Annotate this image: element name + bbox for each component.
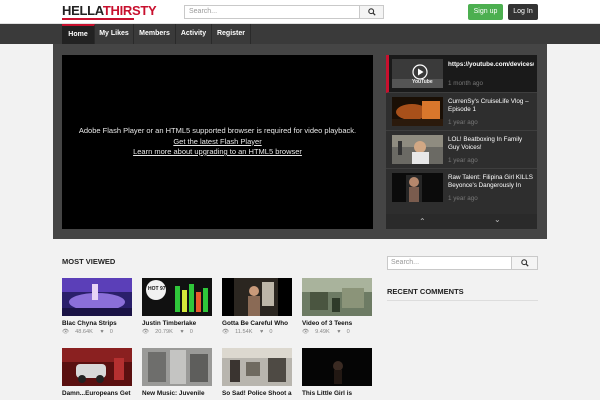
view-count: 48.64K (75, 329, 93, 335)
header-search-input[interactable]: Search... (184, 5, 360, 19)
view-count: 20.79K (155, 329, 173, 335)
video-card-title[interactable]: This Little Girl is (302, 390, 372, 397)
like-count: 0 (269, 329, 273, 335)
signup-button[interactable]: Sign up (468, 4, 503, 20)
playlist-item-title: LOL! Beatboxing In Family Guy Voices! (448, 136, 523, 151)
sidebar-divider (387, 300, 538, 301)
view-count: 9.49K (315, 329, 330, 335)
video-card-stats: 👁 20.79K ♥ 0 (142, 329, 212, 335)
video-card-stats: 👁 9.49K ♥ 0 (302, 329, 372, 335)
nav-item-register[interactable]: Register (212, 24, 251, 44)
logo-text-thirsty: THIRSTY (102, 3, 157, 18)
playlist-item-date: 1 year ago (448, 157, 478, 164)
video-card[interactable]: Damn...Europeans Get (62, 348, 132, 397)
video-card-title[interactable]: New Music: Juvenile (142, 390, 212, 397)
nav-item-my-likes[interactable]: My Likes (95, 24, 134, 44)
header-search-button[interactable] (359, 5, 384, 19)
video-card-title[interactable]: So Sad! Police Shoot a (222, 390, 292, 397)
video-card[interactable]: Gotta Be Careful Who 👁 11.54K ♥ 0 (222, 278, 292, 335)
search-icon (520, 259, 529, 267)
video-card-title[interactable]: Damn...Europeans Get (62, 390, 132, 397)
video-thumbnail[interactable] (222, 348, 292, 386)
eye-icon: 👁 (142, 329, 150, 335)
like-count: 0 (109, 329, 113, 335)
site-logo[interactable]: HELLATHIRSTY (62, 3, 157, 18)
video-thumbnail[interactable] (222, 278, 292, 316)
player-message-text: Adobe Flash Player or an HTML5 supported… (78, 126, 357, 135)
playlist-item-date: 1 year ago (448, 195, 478, 202)
chevron-up-icon[interactable]: ⌃ (419, 217, 426, 226)
playlist-thumbnail (392, 173, 443, 202)
nav-item-activity[interactable]: Activity (176, 24, 212, 44)
video-card-stats: 👁 11.54K ♥ 0 (222, 329, 292, 335)
recent-comments-heading: RECENT COMMENTS (387, 287, 464, 296)
nav-item-members[interactable]: Members (134, 24, 176, 44)
video-card[interactable]: New Music: Juvenile (142, 348, 212, 397)
like-count: 0 (189, 329, 193, 335)
playlist-thumbnail (392, 97, 443, 126)
playlist-item[interactable]: CurrenSy's CruiseLife Vlog – Episode 1 1… (386, 93, 537, 131)
video-card-title[interactable]: Video of 3 Teens (302, 320, 372, 327)
nav-item-home[interactable]: Home (62, 24, 95, 44)
playlist-thumbnail (392, 135, 443, 164)
playlist-nav: ⌃ ⌄ (386, 214, 537, 229)
video-thumbnail[interactable] (62, 278, 132, 316)
view-count: 11.54K (235, 329, 253, 335)
playlist-item-title: Raw Talent: Filipina Girl KILLS Beyonce'… (448, 174, 533, 189)
video-card[interactable]: HOT 97 Justin Timberlake 👁 20.79K ♥ 0 (142, 278, 212, 335)
search-icon (367, 8, 376, 16)
sidebar-search-input[interactable]: Search... (387, 256, 512, 270)
video-thumbnail[interactable] (302, 348, 372, 386)
like-count: 0 (346, 329, 350, 335)
video-thumbnail[interactable] (142, 348, 212, 386)
playlist-item-title: CurrenSy's CruiseLife Vlog – Episode 1 (448, 98, 529, 113)
heart-icon: ♥ (180, 329, 184, 335)
heart-icon: ♥ (100, 329, 104, 335)
video-card-title[interactable]: Justin Timberlake (142, 320, 212, 327)
video-card[interactable]: Blac Chyna Strips 👁 48.64K ♥ 0 (62, 278, 132, 335)
logo-underline (62, 18, 134, 20)
video-card[interactable]: This Little Girl is (302, 348, 372, 397)
player-fallback-message: Adobe Flash Player or an HTML5 supported… (62, 126, 373, 158)
eye-icon: 👁 (302, 329, 310, 335)
hot97-logo: HOT 97 (148, 286, 166, 292)
html5-info-link[interactable]: Learn more about upgrading to an HTML5 b… (62, 147, 373, 158)
video-thumbnail[interactable] (302, 278, 372, 316)
sidebar-search-button[interactable] (511, 256, 538, 270)
playlist-item[interactable]: Raw Talent: Filipina Girl KILLS Beyonce'… (386, 169, 537, 207)
video-card-stats: 👁 48.64K ♥ 0 (62, 329, 132, 335)
playlist-item-date: 1 month ago (448, 80, 484, 87)
heart-icon: ♥ (337, 329, 341, 335)
video-card[interactable]: Video of 3 Teens 👁 9.49K ♥ 0 (302, 278, 372, 335)
logo-text-hella: HELLA (62, 3, 103, 18)
youtube-logo: YouTube (412, 79, 433, 85)
playlist-item[interactable]: LOL! Beatboxing In Family Guy Voices! 1 … (386, 131, 537, 169)
login-button[interactable]: Log In (508, 4, 538, 20)
playlist-item[interactable]: YouTube https://youtube.com/devicesuppor… (386, 55, 537, 93)
chevron-down-icon[interactable]: ⌄ (494, 215, 501, 224)
video-card-title[interactable]: Gotta Be Careful Who (222, 320, 292, 327)
eye-icon: 👁 (222, 329, 230, 335)
playlist-item-date: 1 year ago (448, 119, 478, 126)
playlist-item-title: https://youtube.com/devicesupport (448, 61, 534, 68)
video-card[interactable]: So Sad! Police Shoot a (222, 348, 292, 397)
heart-icon: ♥ (260, 329, 264, 335)
playlist-thumbnail: YouTube (392, 59, 443, 88)
most-viewed-heading: MOST VIEWED (62, 257, 116, 266)
video-card-title[interactable]: Blac Chyna Strips (62, 320, 132, 327)
flash-player-link[interactable]: Get the latest Flash Player (62, 137, 373, 148)
eye-icon: 👁 (62, 329, 70, 335)
video-thumbnail[interactable]: HOT 97 (142, 278, 212, 316)
video-thumbnail[interactable] (62, 348, 132, 386)
